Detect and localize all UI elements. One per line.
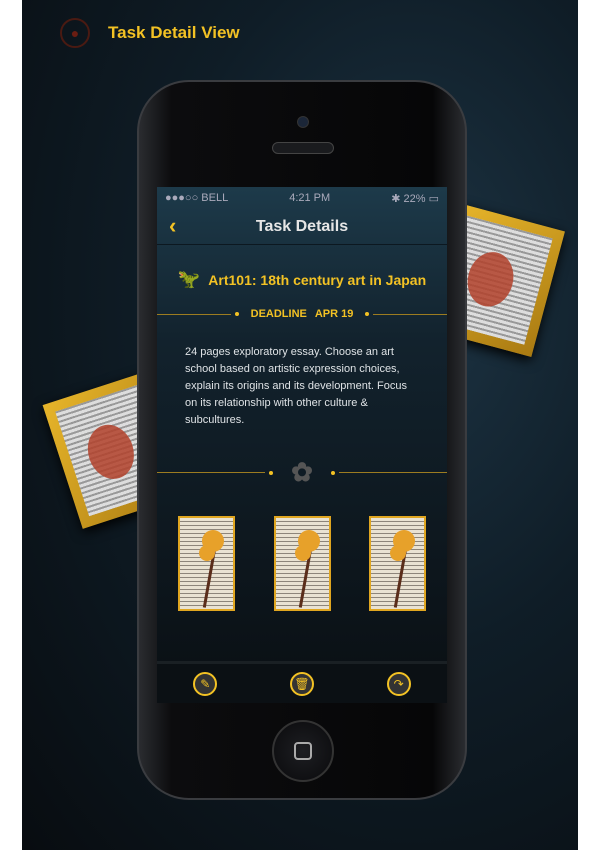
task-description: 24 pages exploratory essay. Choose an ar… <box>185 346 407 426</box>
nav-title: Task Details <box>255 217 349 235</box>
task-header: 🦖 Art101: 18th century art in Japan <box>157 269 447 290</box>
deadline-label: DEADLINE <box>250 308 307 320</box>
speaker <box>272 142 334 154</box>
toolbar: ✎ 🗑 ↷ <box>157 661 447 703</box>
attachment-thumbnail[interactable] <box>273 516 331 611</box>
flower-icon: ✿ <box>291 457 313 487</box>
camera <box>297 116 309 128</box>
status-bar: ●●●○○ BELL 4:21 PM ✱ 22% ▭ <box>157 187 447 209</box>
trash-icon[interactable]: 🗑 <box>289 671 314 696</box>
header: ● Task Detail View <box>60 18 240 48</box>
header-title: Task Detail View <box>108 23 240 42</box>
share-arrow-icon[interactable]: ↷ <box>386 671 411 696</box>
attachment-thumbnail[interactable] <box>178 516 235 611</box>
carrier: ●●●○○ BELL <box>165 192 229 204</box>
task-title: Art101: 18th century art in Japan <box>208 271 427 288</box>
dinosaur-icon: 🦖 <box>177 269 201 289</box>
edit-pencil-icon[interactable]: ✎ <box>193 671 218 696</box>
back-button[interactable]: ‹ <box>169 213 176 239</box>
battery: ✱ 22% ▭ <box>391 192 439 205</box>
time: 4:21 PM <box>289 192 331 204</box>
attachments <box>157 516 447 611</box>
attachment-thumbnail[interactable] <box>369 516 426 611</box>
home-button[interactable] <box>272 720 334 782</box>
screen: ●●●○○ BELL 4:21 PM ✱ 22% ▭ ‹ Task Detail… <box>157 187 447 703</box>
deadline-row: DEADLINE APR 19 <box>157 308 447 320</box>
nav-bar: ‹ Task Details <box>157 209 447 245</box>
eye-icon: ● <box>60 18 90 48</box>
divider: ✿ <box>157 457 447 488</box>
deadline-date: APR 19 <box>314 308 354 320</box>
